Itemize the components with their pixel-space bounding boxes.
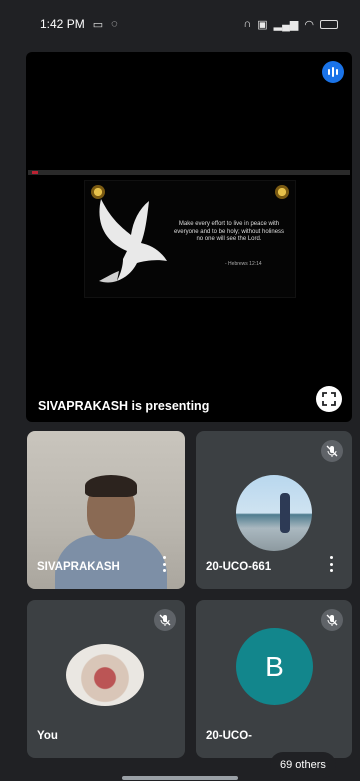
shared-window-strip <box>28 170 350 175</box>
participant-name: You <box>37 730 58 742</box>
participant-tile-self[interactable]: You <box>27 600 185 758</box>
verse-text: Make every effort to live in peace with … <box>173 221 285 242</box>
presentation-slide: Make every effort to live in peace with … <box>84 180 296 298</box>
sync-icon: ◌ <box>111 18 118 30</box>
status-time: 1:42 PM <box>40 17 85 31</box>
participant-tile[interactable]: B 20-UCO- <box>196 600 352 758</box>
participant-tile[interactable]: SIVAPRAKASH <box>27 431 185 589</box>
verse-reference: - Hebrews 12:14 <box>225 261 262 267</box>
wifi-icon: ◠ <box>304 18 314 31</box>
self-avatar <box>66 644 144 706</box>
more-options-icon[interactable] <box>163 556 167 572</box>
participant-tile[interactable]: 20-UCO-661 <box>196 431 352 589</box>
mic-off-icon <box>321 440 343 462</box>
participant-letter-avatar: B <box>236 628 313 705</box>
fullscreen-icon <box>322 392 336 406</box>
headphones-icon: ∩ <box>243 18 252 30</box>
more-options-icon[interactable] <box>330 556 334 572</box>
mic-off-icon <box>321 609 343 631</box>
signal-icon: ▂▄▆ <box>273 18 299 31</box>
sim-icon: ▣ <box>257 18 268 31</box>
audio-activity-button[interactable] <box>322 61 344 83</box>
presentation-stage[interactable]: Make every effort to live in peace with … <box>26 52 352 422</box>
participant-video-hair <box>85 475 137 497</box>
emblem-right-icon <box>275 185 289 199</box>
status-right: ∩ ▣ ▂▄▆ ◠ <box>243 18 338 31</box>
screen-icon: ▭ <box>92 18 104 31</box>
status-left: 1:42 PM ▭ ◌ <box>40 17 118 31</box>
fullscreen-button[interactable] <box>316 386 342 412</box>
dove-icon <box>99 199 167 283</box>
presenting-label: SIVAPRAKASH is presenting <box>38 399 210 413</box>
battery-icon <box>320 19 338 29</box>
mic-off-icon <box>154 609 176 631</box>
participant-name: 20-UCO-661 <box>206 561 272 573</box>
participant-name: SIVAPRAKASH <box>37 561 120 573</box>
others-count-button[interactable]: 69 others <box>270 752 336 778</box>
home-indicator[interactable] <box>122 776 238 780</box>
participant-avatar <box>236 475 312 551</box>
participant-name: 20-UCO- <box>206 730 253 742</box>
status-bar: 1:42 PM ▭ ◌ ∩ ▣ ▂▄▆ ◠ <box>0 0 360 48</box>
